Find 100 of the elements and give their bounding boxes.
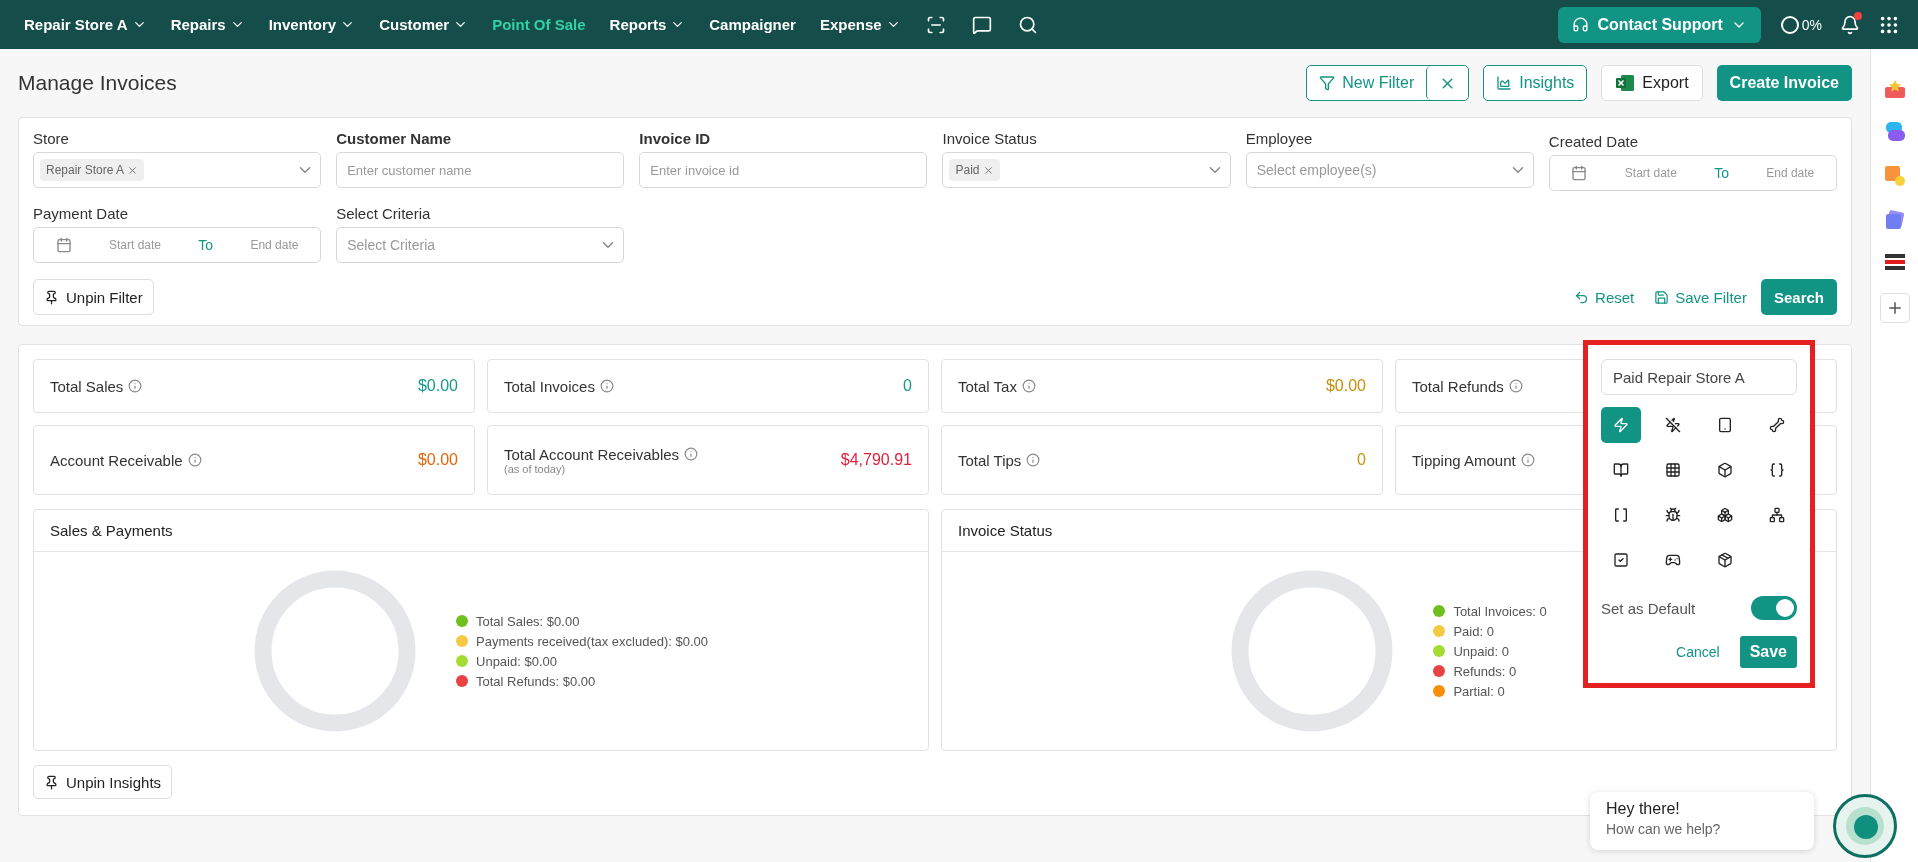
- reset-button[interactable]: Reset: [1574, 288, 1635, 306]
- legend-label: Partial: 0: [1453, 683, 1505, 699]
- chat-bubble[interactable]: Hey there! How can we help?: [1590, 792, 1814, 850]
- contact-support-button[interactable]: Contact Support: [1558, 6, 1761, 43]
- filter-name-field[interactable]: Paid Repair Store A: [1601, 359, 1797, 395]
- remove-icon[interactable]: [127, 164, 139, 176]
- chat-prompt: How can we help?: [1606, 821, 1722, 837]
- nav-item[interactable]: Customer: [367, 16, 481, 33]
- select-placeholder: Select Criteria: [346, 237, 437, 253]
- select-field[interactable]: Repair Store A: [33, 152, 322, 188]
- tablet-icon: [1717, 417, 1733, 433]
- info-icon[interactable]: [1520, 453, 1535, 467]
- chat-avatar-icon: [1845, 806, 1885, 846]
- save-button[interactable]: Save: [1739, 636, 1797, 668]
- save-filter-button[interactable]: Save Filter: [1654, 288, 1747, 306]
- info-icon[interactable]: [1026, 453, 1041, 467]
- legend-label: Unpaid: 0: [1453, 643, 1510, 659]
- stat-label: Total Sales: [50, 377, 143, 395]
- filter-chip[interactable]: Paid: [949, 159, 1000, 181]
- legend-label: Payments received(tax excluded): $0.00: [476, 633, 708, 649]
- text-field[interactable]: Enter customer name: [336, 152, 625, 188]
- insights-button[interactable]: Insights: [1483, 65, 1588, 101]
- calendar-icon: [55, 237, 72, 253]
- stat-value: 0: [1357, 451, 1366, 469]
- search-icon[interactable]: [1017, 14, 1038, 35]
- info-icon[interactable]: [128, 379, 143, 393]
- scan-icon[interactable]: [925, 14, 946, 35]
- stack-icon[interactable]: [1883, 253, 1906, 271]
- date-range-field[interactable]: Start date To End date: [1548, 155, 1837, 191]
- clear-filter-button[interactable]: [1426, 66, 1469, 100]
- end-date-placeholder: End date: [1766, 166, 1815, 180]
- create-invoice-button[interactable]: Create Invoice: [1716, 65, 1852, 101]
- unpin-insights-button[interactable]: Unpin Insights: [33, 765, 173, 799]
- legend-label: Unpaid: $0.00: [476, 653, 557, 669]
- field-label: Select Criteria: [336, 205, 432, 222]
- add-button[interactable]: [1879, 293, 1910, 323]
- stat-label: Total Invoices: [504, 377, 614, 395]
- cubes-icon: [1717, 507, 1733, 523]
- field-label: Employee: [1245, 130, 1314, 147]
- bell-icon[interactable]: [1840, 14, 1860, 35]
- default-toggle[interactable]: [1751, 596, 1797, 620]
- export-button[interactable]: Export: [1601, 65, 1703, 101]
- stat-value: $0.00: [1325, 377, 1366, 395]
- gift-star-icon[interactable]: [1883, 79, 1906, 99]
- nav-item[interactable]: Point Of Sale: [480, 16, 598, 33]
- field-label: Customer Name: [336, 130, 453, 147]
- message-icon[interactable]: [971, 14, 992, 35]
- stat-label: Tipping Amount: [1412, 451, 1535, 469]
- legend-label: Total Refunds: $0.00: [476, 673, 596, 689]
- unpin-filter-button[interactable]: Unpin Filter: [33, 279, 154, 315]
- nav-item[interactable]: Repairs: [158, 16, 257, 33]
- legend-label: Paid: 0: [1453, 623, 1494, 639]
- info-icon[interactable]: [599, 379, 614, 393]
- select-field[interactable]: Select employee(s): [1245, 152, 1534, 188]
- headset-icon: [1572, 16, 1590, 33]
- calendar-icon: [1571, 165, 1588, 181]
- network-icon: [1769, 507, 1785, 523]
- legend-label: Refunds: 0: [1453, 663, 1517, 679]
- info-icon[interactable]: [187, 453, 202, 467]
- stat-label: Total Tips: [958, 451, 1041, 469]
- pin-icon: [44, 289, 59, 305]
- select-placeholder: Select employee(s): [1255, 162, 1378, 178]
- range-separator: To: [1714, 165, 1729, 181]
- grid-icon: [1665, 462, 1681, 478]
- text-field[interactable]: Enter invoice id: [639, 152, 928, 188]
- start-date-placeholder: Start date: [1624, 166, 1677, 180]
- nav-item[interactable]: Repair Store A: [12, 16, 159, 33]
- nav-item[interactable]: Reports: [597, 16, 698, 33]
- filter-chip[interactable]: Repair Store A: [40, 159, 145, 181]
- search-button[interactable]: Search: [1760, 279, 1837, 315]
- cancel-button[interactable]: Cancel: [1670, 643, 1726, 661]
- end-date-placeholder: End date: [250, 238, 299, 252]
- save-icon: [1654, 289, 1670, 305]
- stat-note: (as of today): [504, 462, 567, 475]
- field-label: Store: [33, 130, 70, 147]
- chat-bubbles-icon[interactable]: [1883, 121, 1906, 143]
- chat-greeting: Hey there!: [1606, 800, 1681, 818]
- nav-item[interactable]: Campaigner: [697, 16, 808, 33]
- select-field[interactable]: Select Criteria: [336, 227, 625, 263]
- gamepad-icon: [1665, 552, 1681, 568]
- info-icon[interactable]: [684, 447, 699, 461]
- select-field[interactable]: Paid: [942, 152, 1231, 188]
- cards-icon[interactable]: [1883, 209, 1906, 231]
- remove-icon[interactable]: [982, 164, 994, 176]
- nav-item[interactable]: Expense: [807, 16, 913, 33]
- info-icon[interactable]: [1508, 379, 1523, 393]
- stat-value: $4,790.91: [840, 451, 912, 469]
- progress-text: 0%: [1801, 16, 1822, 33]
- stat-label: Total Account Receivables: [504, 445, 699, 463]
- bug-icon: [1665, 507, 1681, 523]
- chart-icon: [1496, 75, 1513, 91]
- info-icon[interactable]: [1021, 379, 1036, 393]
- field-label: Payment Date: [33, 205, 130, 222]
- date-range-field[interactable]: Start date To End date: [33, 227, 322, 263]
- nav-item[interactable]: Inventory: [256, 16, 368, 33]
- package-icon: [1717, 552, 1733, 568]
- undo-icon: [1574, 289, 1590, 305]
- filter-icon: [1319, 75, 1336, 91]
- range-separator: To: [198, 237, 214, 253]
- toggle-label: Set as Default: [1601, 599, 1696, 617]
